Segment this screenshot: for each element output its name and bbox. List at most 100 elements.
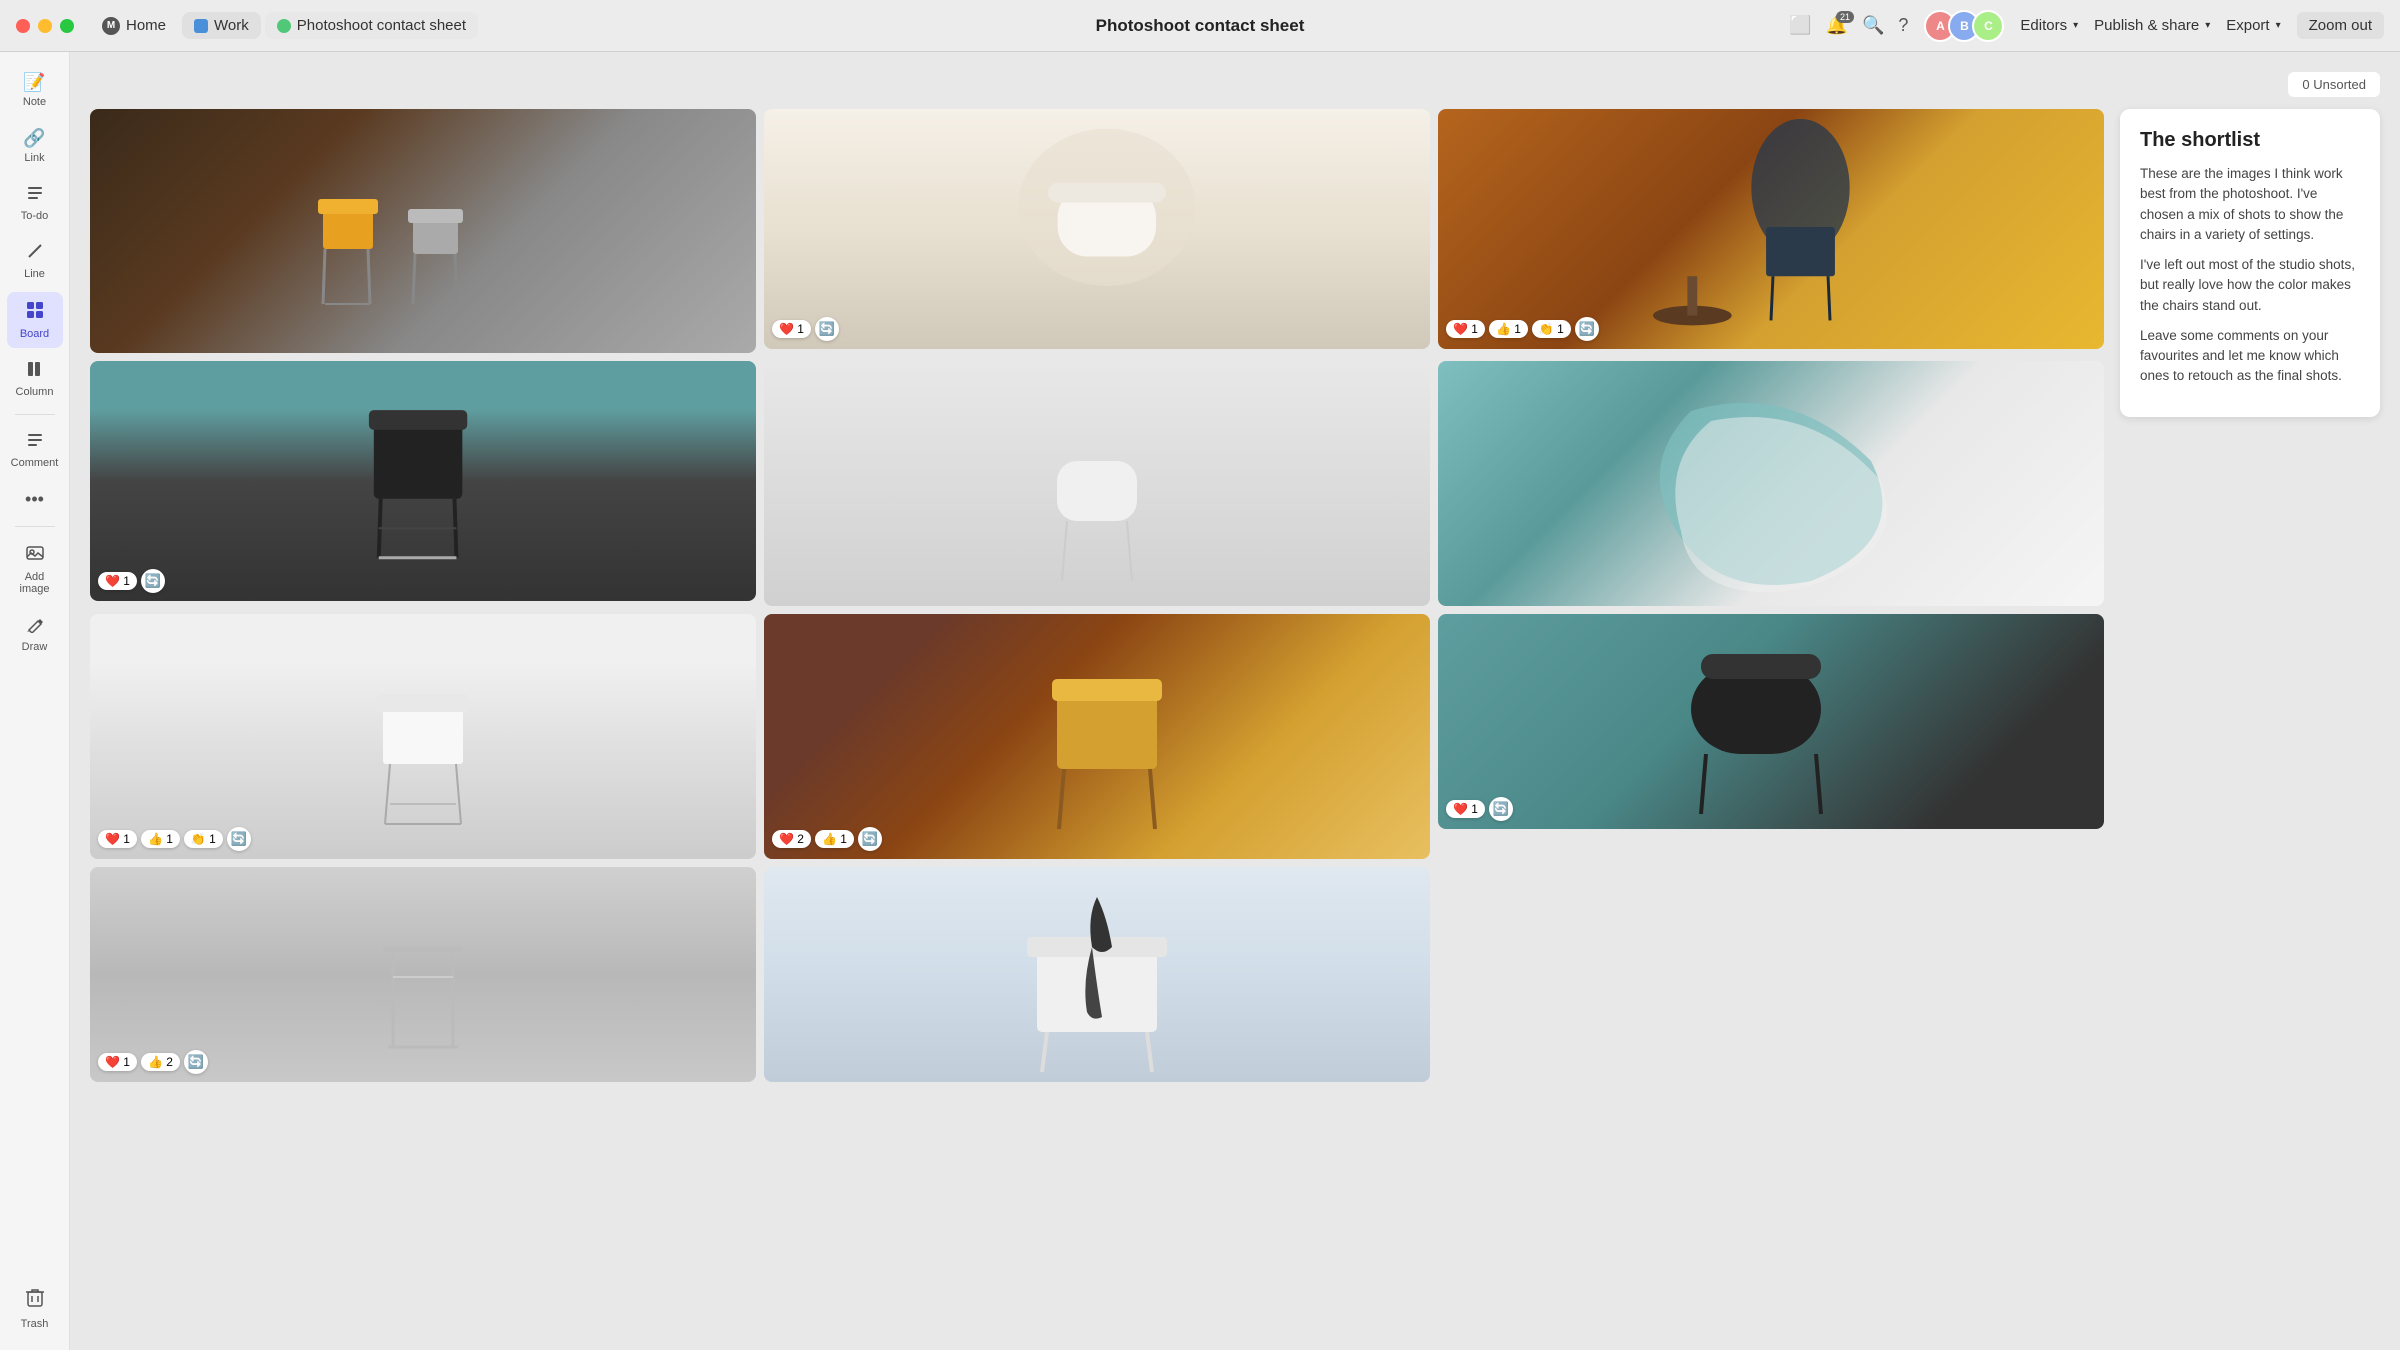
reaction-heart-3[interactable]: ❤️ 1 [1446,320,1485,338]
sidebar-item-trash[interactable]: Trash [17,1279,53,1338]
sidebar-comment-label: Comment [11,457,59,469]
reaction-thumbs-7[interactable]: 👍 1 [141,830,180,848]
reaction-clap-7[interactable]: 👏 1 [184,830,223,848]
tab-work[interactable]: Work [182,12,261,39]
sidebar-column-label: Column [16,386,54,398]
sidebar-item-addimage[interactable]: Add image [7,535,63,603]
todo-icon [26,184,44,207]
reaction-add-4[interactable]: 🔄 [141,569,165,593]
sidebar-line-label: Line [24,268,45,280]
image-cell-8[interactable]: ❤️ 2 👍 1 🔄 [764,614,1430,859]
reaction-heart-7[interactable]: ❤️ 1 [98,830,137,848]
close-button[interactable] [16,19,30,33]
addimage-icon [25,543,45,568]
sidebar-draw-label: Draw [22,641,48,653]
image-grid: ❤️ 1 🔄 [90,109,2104,1082]
sidebar-divider [15,414,55,415]
image-cell-7[interactable]: ❤️ 1 👍 1 👏 1 🔄 [90,614,756,859]
shortlist-para-1: These are the images I think work best f… [2140,164,2360,245]
sidebar-item-comment[interactable]: Comment [7,423,63,477]
notification-count: 21 [1836,11,1854,23]
notification-badge[interactable]: 🔔 21 [1826,15,1848,36]
note-icon: 📝 [23,72,45,93]
image-cell-4[interactable]: ❤️ 1 🔄 [90,361,756,601]
work-icon [194,19,208,33]
sidebar-item-todo[interactable]: To-do [7,176,63,230]
board-icon [25,300,45,325]
image-cell-1[interactable] [90,109,756,353]
link-icon: 🔗 [23,128,45,149]
line-icon [26,242,44,265]
sidebar-item-more[interactable]: ••• [7,481,63,518]
tab-home[interactable]: M Home [90,12,178,40]
comment-icon [26,431,44,454]
sidebar: 📝 Note 🔗 Link To-do Line [0,52,70,1350]
shortlist-panel: The shortlist These are the images I thi… [2120,109,2380,417]
more-icon: ••• [25,489,44,510]
shortlist-para-3: Leave some comments on your favourites a… [2140,326,2360,387]
board-content: ❤️ 1 🔄 [90,109,2380,1082]
export-button[interactable]: Export ▾ [2226,17,2280,34]
tab-doc-label: Photoshoot contact sheet [297,17,466,34]
reaction-clap-3[interactable]: 👏 1 [1532,320,1571,338]
reaction-add-9[interactable]: 🔄 [1489,797,1513,821]
reaction-thumbs-3[interactable]: 👍 1 [1489,320,1528,338]
reaction-add-7[interactable]: 🔄 [227,827,251,851]
reactions-3: ❤️ 1 👍 1 👏 1 🔄 [1446,317,1599,341]
image-cell-3[interactable]: ❤️ 1 👍 1 👏 1 🔄 [1438,109,2104,349]
sidebar-todo-label: To-do [21,210,49,222]
reactions-8: ❤️ 2 👍 1 🔄 [772,827,882,851]
reactions-2: ❤️ 1 🔄 [772,317,839,341]
reaction-add-8[interactable]: 🔄 [858,827,882,851]
image-cell-6[interactable] [1438,361,2104,606]
reaction-heart-4[interactable]: ❤️ 1 [98,572,137,590]
reaction-thumbs-8[interactable]: 👍 1 [815,830,854,848]
sidebar-link-label: Link [24,152,44,164]
sidebar-trash-label: Trash [21,1318,49,1330]
chevron-down-icon-2: ▾ [2205,20,2210,31]
shortlist-para-2: I've left out most of the studio shots, … [2140,255,2360,316]
titlebar-right: ⬜ 🔔 21 🔍 ? A B C Editors ▾ Publish & sha… [1789,10,2384,42]
zoomout-button[interactable]: Zoom out [2297,12,2384,39]
reaction-thumbs-10[interactable]: 👍 2 [141,1053,180,1071]
sidebar-item-link[interactable]: 🔗 Link [7,120,63,172]
search-icon[interactable]: 🔍 [1862,15,1884,36]
question-icon[interactable]: ? [1898,15,1908,36]
app-body: 📝 Note 🔗 Link To-do Line [0,52,2400,1350]
traffic-lights [16,19,74,33]
reaction-add-10[interactable]: 🔄 [184,1050,208,1074]
tab-doc[interactable]: Photoshoot contact sheet [265,12,478,39]
editors-button[interactable]: Editors ▾ [2020,17,2078,34]
device-icon: ⬜ [1789,15,1811,36]
sidebar-item-note[interactable]: 📝 Note [7,64,63,116]
home-icon: M [102,17,120,35]
chevron-down-icon-3: ▾ [2276,20,2281,31]
avatar-3: C [1972,10,2004,42]
publish-share-button[interactable]: Publish & share ▾ [2094,17,2210,34]
image-cell-11[interactable] [764,867,1430,1082]
sidebar-item-board[interactable]: Board [7,292,63,348]
image-cell-9[interactable]: ❤️ 1 🔄 [1438,614,2104,829]
sidebar-item-column[interactable]: Column [7,352,63,406]
image-cell-5[interactable] [764,361,1430,606]
reaction-add-2[interactable]: 🔄 [815,317,839,341]
main-content: 0 Unsorted [70,52,2400,1350]
image-cell-10[interactable]: ❤️ 1 👍 2 🔄 [90,867,756,1082]
image-cell-2[interactable]: ❤️ 1 🔄 [764,109,1430,349]
reaction-heart-10[interactable]: ❤️ 1 [98,1053,137,1071]
reaction-add-3[interactable]: 🔄 [1575,317,1599,341]
reaction-heart-8[interactable]: ❤️ 2 [772,830,811,848]
tab-work-label: Work [214,17,249,34]
reaction-heart-9[interactable]: ❤️ 1 [1446,800,1485,818]
sidebar-item-line[interactable]: Line [7,234,63,288]
titlebar-icons: ⬜ 🔔 21 🔍 ? [1789,15,1908,36]
column-icon [26,360,44,383]
tab-home-label: Home [126,17,166,34]
minimize-button[interactable] [38,19,52,33]
reactions-7: ❤️ 1 👍 1 👏 1 🔄 [98,827,251,851]
shortlist-title: The shortlist [2140,129,2360,152]
sidebar-item-draw[interactable]: Draw [7,607,63,661]
unsorted-button[interactable]: 0 Unsorted [2288,72,2380,97]
reaction-heart-2[interactable]: ❤️ 1 [772,320,811,338]
fullscreen-button[interactable] [60,19,74,33]
